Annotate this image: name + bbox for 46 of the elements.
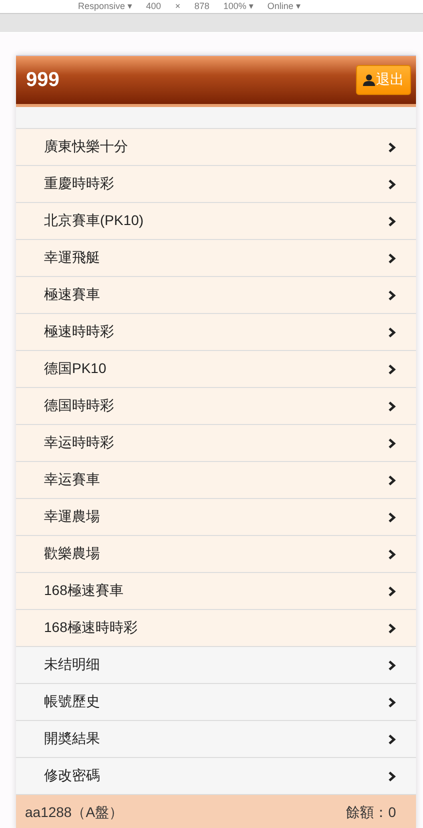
chevron-right-icon: [388, 512, 396, 522]
menu-item[interactable]: 未结明细: [16, 647, 416, 684]
menu-item[interactable]: 德国時時彩: [16, 388, 416, 425]
chevron-right-icon: [388, 734, 396, 744]
device-dropdown[interactable]: Responsive ▾: [78, 1, 132, 12]
height-field[interactable]: 878: [194, 1, 210, 12]
times-sign: ×: [175, 1, 180, 12]
chevron-right-icon: [388, 400, 396, 412]
menu-item[interactable]: 幸运賽車: [16, 462, 416, 499]
chevron-right-icon: [388, 586, 396, 596]
menu-item[interactable]: 修改密碼: [16, 758, 416, 795]
menu-item[interactable]: 北京賽車(PK10): [16, 203, 416, 240]
menu-item[interactable]: 帳號歷史: [16, 684, 416, 721]
network-dropdown[interactable]: Online ▾: [267, 1, 300, 12]
menu-item[interactable]: 168極速時時彩: [16, 610, 416, 647]
chevron-right-icon: [388, 660, 396, 670]
zoom-dropdown[interactable]: 100% ▾: [223, 1, 254, 12]
menu-item[interactable]: 歡樂農場: [16, 536, 416, 573]
chevron-right-icon: [388, 438, 396, 448]
chevron-right-icon: [388, 326, 396, 338]
user-icon: [363, 74, 375, 86]
chevron-right-icon: [388, 474, 396, 486]
menu-item[interactable]: 重慶時時彩: [16, 166, 416, 203]
chevron-right-icon: [388, 178, 396, 190]
width-field[interactable]: 400: [146, 1, 162, 12]
menu-item[interactable]: 開奬結果: [16, 721, 416, 758]
balance-text: 餘額：0: [346, 804, 396, 822]
menu-item[interactable]: 德国PK10: [16, 351, 416, 388]
menu-item[interactable]: 極速賽車: [16, 277, 416, 314]
chevron-right-icon: [388, 290, 396, 300]
user-account: aa1288（A盤）: [25, 804, 124, 822]
chevron-right-icon: [388, 142, 396, 152]
menu-item[interactable]: 幸運農場: [16, 499, 416, 536]
chevron-right-icon: [388, 622, 396, 634]
site-title: 999: [26, 68, 60, 92]
chevron-right-icon: [388, 364, 396, 374]
menu-item[interactable]: 幸运時時彩: [16, 425, 416, 462]
menu-item[interactable]: 幸運飛艇: [16, 240, 416, 277]
menu-item[interactable]: 廣東快樂十分: [16, 129, 416, 166]
chevron-right-icon: [388, 548, 396, 560]
chevron-right-icon: [388, 252, 396, 264]
chevron-right-icon: [388, 696, 396, 708]
menu-item[interactable]: 168極速賽車: [16, 573, 416, 610]
chevron-right-icon: [388, 770, 396, 782]
menu-item[interactable]: 極速時時彩: [16, 314, 416, 351]
chevron-right-icon: [388, 216, 396, 226]
